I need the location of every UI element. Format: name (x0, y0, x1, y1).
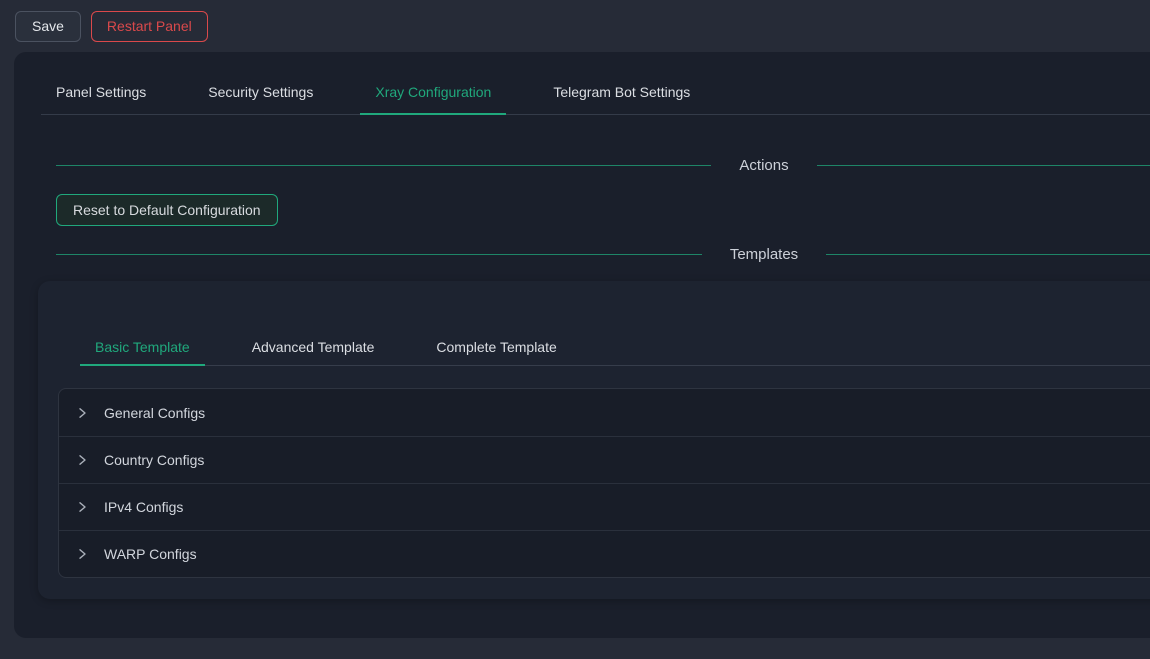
section-general-configs[interactable]: General Configs (59, 389, 1150, 436)
divider-line (826, 254, 1150, 255)
accordion-label: General Configs (104, 405, 205, 421)
tab-complete-template[interactable]: Complete Template (421, 333, 571, 365)
divider-line (817, 165, 1150, 166)
accordion-label: Country Configs (104, 452, 204, 468)
templates-card: Basic Template Advanced Template Complet… (38, 281, 1150, 599)
section-warp-configs[interactable]: WARP Configs (59, 530, 1150, 577)
save-button[interactable]: Save (15, 11, 81, 42)
reset-default-configuration-button[interactable]: Reset to Default Configuration (56, 194, 278, 226)
divider-line (56, 165, 711, 166)
settings-card: Panel Settings Security Settings Xray Co… (14, 52, 1150, 638)
tab-telegram-bot-settings[interactable]: Telegram Bot Settings (538, 78, 705, 114)
tab-basic-template[interactable]: Basic Template (80, 333, 205, 366)
section-country-configs[interactable]: Country Configs (59, 436, 1150, 483)
templates-section-title: Templates (730, 246, 798, 263)
template-tab-bar: Basic Template Advanced Template Complet… (80, 333, 1150, 366)
restart-panel-button[interactable]: Restart Panel (91, 11, 208, 42)
divider-line (56, 254, 702, 255)
settings-tab-bar: Panel Settings Security Settings Xray Co… (41, 78, 1150, 115)
accordion-label: WARP Configs (104, 546, 197, 562)
templates-divider: Templates (56, 246, 1150, 263)
accordion-label: IPv4 Configs (104, 499, 183, 515)
chevron-right-icon (76, 407, 88, 419)
actions-section-title: Actions (739, 157, 788, 174)
chevron-right-icon (76, 548, 88, 560)
top-bar: Save Restart Panel (0, 0, 1150, 52)
config-accordion: General Configs Country Configs IPv4 Con… (58, 388, 1150, 578)
tab-xray-configuration[interactable]: Xray Configuration (360, 78, 506, 115)
tab-security-settings[interactable]: Security Settings (193, 78, 328, 114)
chevron-right-icon (76, 501, 88, 513)
tab-advanced-template[interactable]: Advanced Template (237, 333, 390, 365)
chevron-right-icon (76, 454, 88, 466)
section-ipv4-configs[interactable]: IPv4 Configs (59, 483, 1150, 530)
tab-panel-settings[interactable]: Panel Settings (41, 78, 161, 114)
actions-divider: Actions (56, 157, 1150, 174)
